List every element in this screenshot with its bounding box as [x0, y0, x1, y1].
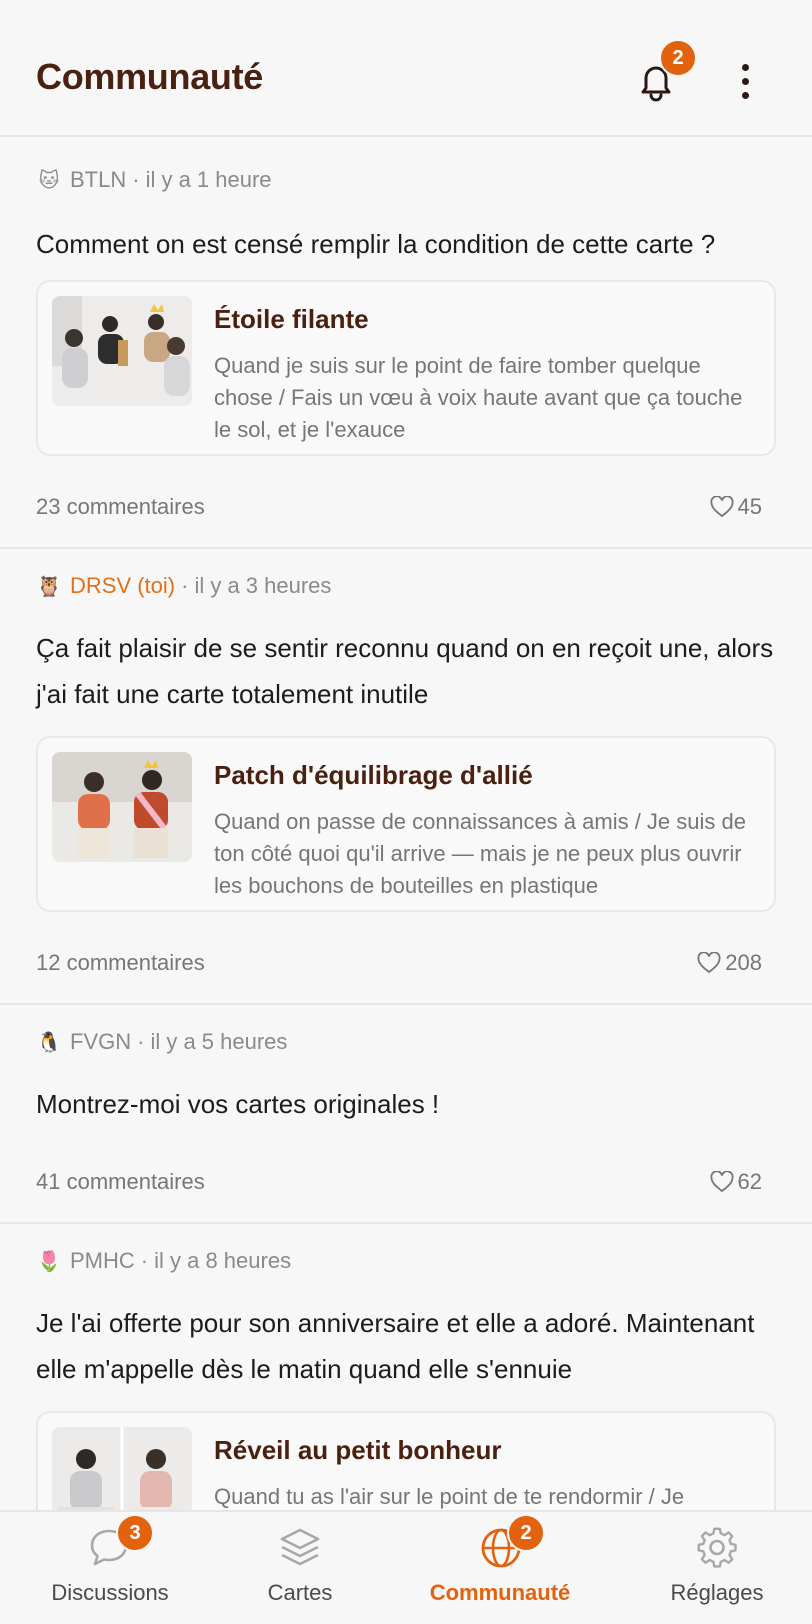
heart-icon — [710, 496, 733, 518]
meta-separator: · — [137, 1029, 145, 1054]
kebab-dot — [742, 78, 749, 85]
post-item[interactable]: 🐱 BTLN · il y a 1 heure Comment on est c… — [0, 139, 812, 549]
card-description: Quand on passe de connaissances à amis /… — [214, 809, 746, 898]
like-button[interactable]: 208 — [697, 950, 762, 976]
app: Communauté 2 🐱 BTLN · il y a 1 heure Com… — [0, 0, 812, 1624]
meta-separator: · — [181, 573, 189, 598]
bottom-navigation: 3 Discussions Cartes 2 Communauté Réglag… — [0, 1510, 812, 1624]
post-text: Je l'ai offerte pour son anniversaire et… — [36, 1308, 755, 1384]
post-time: il y a 3 heures — [194, 573, 332, 598]
tab-cartes[interactable]: Cartes — [230, 1512, 370, 1624]
post-text: Ça fait plaisir de se sentir reconnu qua… — [36, 633, 774, 709]
community-feed[interactable]: 🐱 BTLN · il y a 1 heure Comment on est c… — [0, 139, 812, 1510]
card-preview[interactable]: Étoile filante Quand je suis sur le poin… — [36, 280, 776, 456]
discussions-badge: 3 — [116, 1514, 154, 1552]
tab-communaute[interactable]: 2 Communauté — [415, 1512, 585, 1624]
post-time: il y a 5 heures — [150, 1029, 288, 1054]
card-description: Quand je suis sur le point de faire tomb… — [214, 353, 743, 442]
heart-icon — [697, 952, 721, 974]
card-preview[interactable]: Réveil au petit bonheur Quand tu as l'ai… — [36, 1411, 776, 1510]
post-item[interactable]: 🌷 PMHC · il y a 8 heures Je l'ai offerte… — [0, 1224, 812, 1510]
post-author[interactable]: DRSV (toi) — [70, 573, 175, 599]
card-title: Étoile filante — [214, 304, 369, 334]
comments-count[interactable]: 23 commentaires — [36, 494, 205, 520]
avatar: 🦉 — [36, 575, 62, 598]
nav-label: Réglages — [670, 1580, 764, 1605]
top-bar: Communauté 2 — [0, 0, 812, 137]
post-meta: 🌷 PMHC · il y a 8 heures — [36, 1248, 292, 1274]
post-text: Comment on est censé remplir la conditio… — [36, 229, 716, 259]
post-meta: 🐧 FVGN · il y a 5 heures — [36, 1029, 288, 1055]
meta-separator: · — [140, 1248, 149, 1273]
post-meta: 🦉 DRSV (toi) · il y a 3 heures — [36, 573, 332, 599]
tab-reglages[interactable]: Réglages — [650, 1512, 784, 1624]
post-author[interactable]: BTLN — [70, 167, 126, 193]
likes-count: 45 — [737, 494, 762, 519]
tab-discussions[interactable]: 3 Discussions — [30, 1512, 190, 1624]
likes-count: 62 — [737, 1169, 762, 1194]
avatar: 🐧 — [36, 1031, 62, 1054]
avatar: 🌷 — [36, 1250, 62, 1273]
gear-icon — [697, 1527, 737, 1568]
card-description: Quand tu as l'air sur le point de te ren… — [214, 1484, 685, 1509]
post-text: Montrez-moi vos cartes originales ! — [36, 1089, 440, 1119]
notifications-button[interactable]: 2 — [628, 39, 697, 110]
post-time: il y a 1 heure — [145, 167, 272, 192]
nav-label: Discussions — [51, 1580, 169, 1605]
cards-stack-icon — [280, 1528, 320, 1566]
notification-badge: 2 — [659, 39, 697, 77]
card-image — [52, 752, 192, 862]
heart-icon — [710, 1171, 733, 1193]
card-image — [52, 1427, 192, 1510]
post-item[interactable]: 🦉 DRSV (toi) · il y a 3 heures Ça fait p… — [0, 549, 812, 1005]
card-image — [52, 296, 192, 406]
card-preview[interactable]: Patch d'équilibrage d'allié Quand on pas… — [36, 736, 776, 912]
post-author[interactable]: FVGN — [70, 1029, 131, 1055]
more-options-button[interactable] — [725, 58, 765, 106]
community-badge: 2 — [507, 1514, 545, 1552]
likes-count: 208 — [725, 950, 762, 975]
card-title: Réveil au petit bonheur — [214, 1435, 502, 1465]
like-button[interactable]: 45 — [710, 494, 762, 520]
page-title: Communauté — [36, 56, 264, 97]
kebab-dot — [742, 92, 749, 99]
post-time: il y a 8 heures — [154, 1248, 292, 1273]
nav-label: Communauté — [429, 1580, 571, 1605]
kebab-dot — [742, 64, 749, 71]
post-meta: 🐱 BTLN · il y a 1 heure — [36, 167, 272, 193]
like-button[interactable]: 62 — [710, 1169, 762, 1195]
post-item[interactable]: 🐧 FVGN · il y a 5 heures Montrez-moi vos… — [0, 1005, 812, 1224]
post-author[interactable]: PMHC — [70, 1248, 135, 1274]
card-title: Patch d'équilibrage d'allié — [214, 760, 533, 790]
meta-separator: · — [132, 167, 140, 192]
nav-label: Cartes — [267, 1580, 333, 1605]
comments-count[interactable]: 41 commentaires — [36, 1169, 205, 1195]
avatar: 🐱 — [38, 169, 60, 192]
comments-count[interactable]: 12 commentaires — [36, 950, 205, 976]
